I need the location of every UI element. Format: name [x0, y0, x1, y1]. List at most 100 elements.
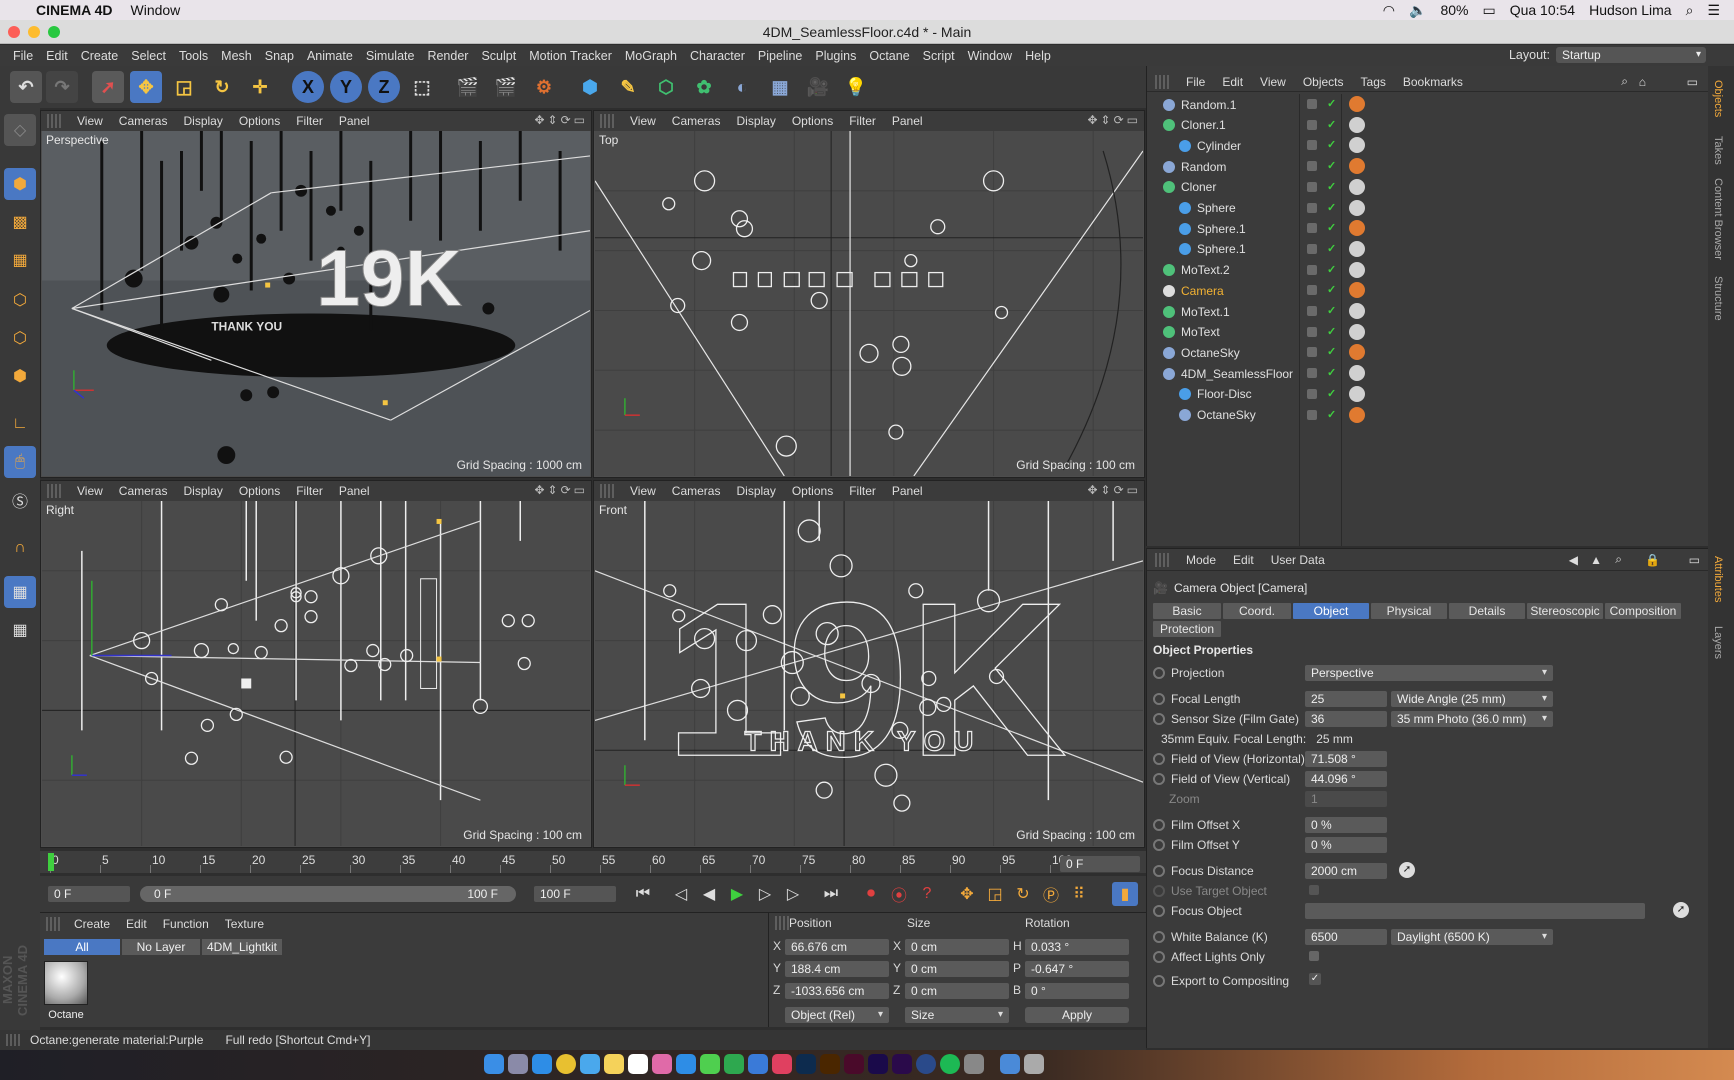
- rotate-tool-icon[interactable]: ↻: [206, 71, 238, 103]
- up-arrow-icon[interactable]: ▲: [1590, 553, 1602, 567]
- tab-layers[interactable]: Layers: [1712, 626, 1724, 659]
- maximize-icon[interactable]: ▭: [574, 483, 585, 497]
- maximize-icon[interactable]: ▭: [1689, 553, 1700, 567]
- mail-icon[interactable]: [580, 1054, 600, 1074]
- appstore-icon[interactable]: [676, 1054, 696, 1074]
- sensor-preset-dropdown[interactable]: 35 mm Photo (36.0 mm): [1391, 711, 1553, 727]
- focal-preset-dropdown[interactable]: Wide Angle (25 mm): [1391, 691, 1553, 707]
- minimize-window-button[interactable]: [28, 26, 40, 38]
- search-icon[interactable]: ⌕: [1621, 74, 1628, 89]
- sensor-size-input[interactable]: 36: [1305, 711, 1387, 727]
- wifi-icon[interactable]: ◠: [1383, 2, 1395, 19]
- menu-help[interactable]: Help: [1025, 49, 1051, 63]
- om-menu-view[interactable]: View: [1260, 75, 1286, 89]
- calendar-icon[interactable]: [628, 1054, 648, 1074]
- layer-swatch[interactable]: [1307, 181, 1317, 192]
- tab-structure[interactable]: Structure: [1712, 276, 1724, 321]
- enabled-check-icon[interactable]: ✓: [1327, 263, 1336, 276]
- autokey-icon[interactable]: ⦿: [886, 882, 912, 906]
- tag-icon[interactable]: [1349, 344, 1365, 361]
- spotify-icon[interactable]: [940, 1054, 960, 1074]
- drag-grip-icon[interactable]: [775, 916, 789, 930]
- maximize-icon[interactable]: ▭: [1687, 75, 1698, 89]
- layer-swatch[interactable]: [1307, 161, 1317, 172]
- layer-swatch[interactable]: [1307, 119, 1317, 130]
- viewport-canvas[interactable]: 19K THANK YOU Front Grid Spacing : 100 c…: [595, 501, 1143, 846]
- key-position-icon[interactable]: ✥: [954, 882, 980, 906]
- render-picture-viewer-icon[interactable]: 🎬: [490, 71, 522, 103]
- vp-menu-options[interactable]: Options: [239, 484, 280, 498]
- vp-menu-display[interactable]: Display: [736, 484, 775, 498]
- size-z-input[interactable]: 0 cm: [905, 983, 1009, 999]
- x-axis-icon[interactable]: X: [292, 71, 324, 103]
- vp-menu-cameras[interactable]: Cameras: [119, 114, 168, 128]
- drag-grip-icon[interactable]: [600, 114, 614, 128]
- enabled-check-icon[interactable]: ✓: [1327, 345, 1336, 358]
- size-y-input[interactable]: 0 cm: [905, 961, 1009, 977]
- tag-icon[interactable]: [1349, 137, 1365, 154]
- enabled-check-icon[interactable]: ✓: [1327, 387, 1336, 400]
- back-arrow-icon[interactable]: ◀: [1569, 553, 1578, 567]
- vp-menu-filter[interactable]: Filter: [849, 114, 876, 128]
- menu-motion-tracker[interactable]: Motion Tracker: [529, 49, 612, 63]
- key-parameter-icon[interactable]: Ⓟ: [1038, 882, 1064, 906]
- keyframe-radio-icon[interactable]: [1153, 819, 1165, 831]
- locked-workplane-icon[interactable]: ▦: [4, 614, 36, 646]
- object-row[interactable]: Sphere ✓: [1155, 198, 1709, 219]
- edges-mode-icon[interactable]: ⬡: [4, 322, 36, 354]
- object-row[interactable]: Random ✓: [1155, 156, 1709, 177]
- orbit-icon[interactable]: ⟳: [1114, 113, 1124, 127]
- timeline-ruler[interactable]: 0510152025303540455055606570758085909510…: [40, 851, 1146, 873]
- cube-icon[interactable]: ⬢: [574, 71, 606, 103]
- photos-icon[interactable]: [652, 1054, 672, 1074]
- tab-objects[interactable]: Objects: [1712, 80, 1724, 117]
- close-window-button[interactable]: [8, 26, 20, 38]
- key-rotation-icon[interactable]: ↻: [1010, 882, 1036, 906]
- layer-swatch[interactable]: [1307, 285, 1317, 296]
- drag-grip-icon[interactable]: [47, 114, 61, 128]
- menu-pipeline[interactable]: Pipeline: [758, 49, 802, 63]
- coordinate-system-icon[interactable]: ⬚: [406, 71, 438, 103]
- om-menu-tags[interactable]: Tags: [1361, 75, 1386, 89]
- vp-menu-view[interactable]: View: [630, 114, 656, 128]
- menu-simulate[interactable]: Simulate: [366, 49, 415, 63]
- tag-icon[interactable]: [1349, 178, 1365, 195]
- texture-mode-icon[interactable]: ▩: [4, 206, 36, 238]
- menu-plugins[interactable]: Plugins: [815, 49, 856, 63]
- aftereffects-icon[interactable]: [868, 1054, 888, 1074]
- mat-menu-texture[interactable]: Texture: [225, 917, 264, 931]
- make-editable-icon[interactable]: ◇: [4, 114, 36, 146]
- premiere-icon[interactable]: [892, 1054, 912, 1074]
- vp-menu-panel[interactable]: Panel: [339, 114, 370, 128]
- affect-lights-checkbox[interactable]: [1309, 951, 1319, 961]
- vp-menu-cameras[interactable]: Cameras: [672, 114, 721, 128]
- select-tool-icon[interactable]: ➚: [92, 71, 124, 103]
- maximize-icon[interactable]: ▭: [1127, 483, 1138, 497]
- white-balance-dropdown[interactable]: Daylight (6500 K): [1391, 929, 1553, 945]
- rotation-p-input[interactable]: -0.647 °: [1025, 961, 1129, 977]
- spotlight-icon[interactable]: ⌕: [1686, 2, 1694, 19]
- start-frame-field[interactable]: 0 F: [48, 886, 130, 902]
- keyframe-radio-icon[interactable]: [1153, 773, 1165, 785]
- menu-sculpt[interactable]: Sculpt: [481, 49, 516, 63]
- keyframe-radio-icon[interactable]: [1153, 905, 1165, 917]
- keyframe-radio-icon[interactable]: [1153, 753, 1165, 765]
- menu-render[interactable]: Render: [427, 49, 468, 63]
- light-icon[interactable]: 💡: [840, 71, 872, 103]
- enabled-check-icon[interactable]: ✓: [1327, 159, 1336, 172]
- menu-edit[interactable]: Edit: [46, 49, 68, 63]
- keynote-icon[interactable]: [748, 1054, 768, 1074]
- coord-mode-dropdown[interactable]: Object (Rel): [785, 1007, 889, 1023]
- keyframe-radio-icon[interactable]: [1153, 885, 1165, 897]
- position-y-input[interactable]: 188.4 cm: [785, 961, 889, 977]
- menu-mograph[interactable]: MoGraph: [625, 49, 677, 63]
- tag-icon[interactable]: [1349, 365, 1365, 382]
- keyframe-radio-icon[interactable]: [1153, 667, 1165, 679]
- vp-menu-filter[interactable]: Filter: [849, 484, 876, 498]
- tweak-mode-icon[interactable]: 🖱: [4, 446, 36, 478]
- keyframe-radio-icon[interactable]: [1153, 975, 1165, 987]
- viewport-top[interactable]: View Cameras Display Options Filter Pane…: [593, 110, 1145, 478]
- next-frame-icon[interactable]: ▷: [752, 882, 778, 906]
- object-row[interactable]: Cylinder ✓: [1155, 135, 1709, 156]
- z-axis-icon[interactable]: Z: [368, 71, 400, 103]
